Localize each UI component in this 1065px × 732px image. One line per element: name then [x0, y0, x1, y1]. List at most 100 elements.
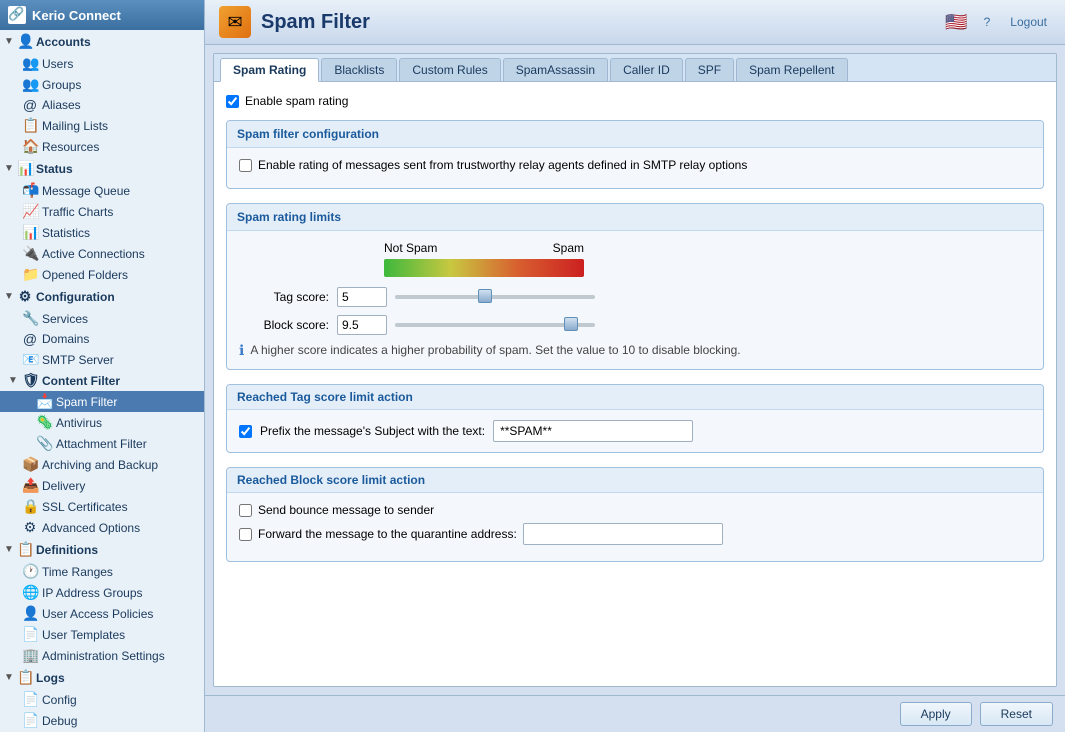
- enable-spam-rating-checkbox[interactable]: [226, 95, 239, 108]
- aliases-icon: @: [22, 97, 38, 113]
- accounts-label: Accounts: [36, 35, 91, 49]
- sidebar-item-users[interactable]: 👥Users: [0, 53, 204, 74]
- app-name: Kerio Connect: [32, 8, 121, 23]
- tag-score-input[interactable]: [337, 287, 387, 307]
- opened-folders-icon: 📁: [22, 266, 38, 283]
- sidebar-item-groups[interactable]: 👥Groups: [0, 74, 204, 95]
- configuration-label: Configuration: [36, 290, 115, 304]
- tab-caller-id[interactable]: Caller ID: [610, 58, 683, 81]
- sidebar-item-admin-settings[interactable]: 🏢Administration Settings: [0, 645, 204, 666]
- resources-icon: 🏠: [22, 138, 38, 155]
- help-button[interactable]: ?: [980, 13, 995, 31]
- apply-button[interactable]: Apply: [900, 702, 972, 726]
- prefix-input[interactable]: [493, 420, 693, 442]
- user-templates-icon: 📄: [22, 626, 38, 643]
- sidebar-item-user-templates[interactable]: 📄User Templates: [0, 624, 204, 645]
- sidebar-item-opened-folders[interactable]: 📁Opened Folders: [0, 264, 204, 285]
- sidebar-item-smtp-server[interactable]: 📧SMTP Server: [0, 349, 204, 370]
- time-ranges-icon: 🕐: [22, 563, 38, 580]
- block-score-slider[interactable]: [395, 317, 595, 333]
- antivirus-icon: 🦠: [36, 414, 52, 431]
- expand-icon-status: ▼: [4, 163, 14, 174]
- sidebar-group-status[interactable]: ▼ 📊 Status: [0, 157, 204, 180]
- sidebar-group-configuration[interactable]: ▼ ⚙ Configuration: [0, 285, 204, 308]
- sidebar-item-user-access-policies[interactable]: 👤User Access Policies: [0, 603, 204, 624]
- page-title-area: ✉ Spam Filter: [219, 6, 370, 38]
- tag-score-thumb[interactable]: [478, 289, 492, 303]
- sidebar-item-config-log[interactable]: 📄Config: [0, 689, 204, 710]
- prefix-checkbox[interactable]: [239, 425, 252, 438]
- advanced-options-icon: ⚙: [22, 519, 38, 536]
- spam-filter-icon: 📩: [36, 393, 52, 410]
- expand-icon-logs: ▼: [4, 672, 14, 683]
- definitions-label: Definitions: [36, 543, 98, 557]
- sidebar-group-logs[interactable]: ▼ 📋 Logs: [0, 666, 204, 689]
- sidebar-item-services[interactable]: 🔧Services: [0, 308, 204, 329]
- relay-agents-row: Enable rating of messages sent from trus…: [239, 158, 1031, 172]
- tab-blacklists[interactable]: Blacklists: [321, 58, 397, 81]
- enable-spam-rating-label[interactable]: Enable spam rating: [245, 94, 348, 108]
- status-icon: 📊: [17, 160, 33, 177]
- tab-content-spam-rating: Enable spam rating Spam filter configura…: [214, 82, 1056, 686]
- not-spam-label: Not Spam: [384, 241, 437, 255]
- tab-spamassassin[interactable]: SpamAssassin: [503, 58, 608, 81]
- message-queue-icon: 📬: [22, 182, 38, 199]
- configuration-icon: ⚙: [17, 288, 33, 305]
- tag-score-label: Tag score:: [239, 290, 329, 304]
- spam-label: Spam: [553, 241, 584, 255]
- mailing-lists-icon: 📋: [22, 117, 38, 134]
- quarantine-label[interactable]: Forward the message to the quarantine ad…: [258, 527, 517, 541]
- sidebar-item-traffic-charts[interactable]: 📈Traffic Charts: [0, 201, 204, 222]
- quarantine-checkbox[interactable]: [239, 528, 252, 541]
- app-icon: 🔗: [8, 6, 26, 24]
- expand-icon-definitions: ▼: [4, 544, 14, 555]
- sidebar-item-domains[interactable]: @Domains: [0, 329, 204, 349]
- bounce-label[interactable]: Send bounce message to sender: [258, 503, 434, 517]
- sidebar-item-time-ranges[interactable]: 🕐Time Ranges: [0, 561, 204, 582]
- logout-button[interactable]: Logout: [1006, 13, 1051, 31]
- spam-rating-limits-title: Spam rating limits: [227, 204, 1043, 231]
- tab-spam-rating[interactable]: Spam Rating: [220, 58, 319, 82]
- sidebar-item-antivirus[interactable]: 🦠Antivirus: [0, 412, 204, 433]
- sidebar-item-mailing-lists[interactable]: 📋Mailing Lists: [0, 115, 204, 136]
- content-panel: Spam Rating Blacklists Custom Rules Spam…: [213, 53, 1057, 687]
- sidebar-item-spam-filter[interactable]: 📩Spam Filter: [0, 391, 204, 412]
- prefix-label[interactable]: Prefix the message's Subject with the te…: [260, 424, 485, 438]
- groups-icon: 👥: [22, 76, 38, 93]
- sidebar-item-attachment-filter[interactable]: 📎Attachment Filter: [0, 433, 204, 454]
- tab-spam-repellent[interactable]: Spam Repellent: [736, 58, 847, 81]
- sidebar-item-debug-log[interactable]: 📄Debug: [0, 710, 204, 731]
- sidebar-item-ssl-certificates[interactable]: 🔒SSL Certificates: [0, 496, 204, 517]
- quarantine-row: Forward the message to the quarantine ad…: [239, 523, 1031, 545]
- sidebar-group-definitions[interactable]: ▼ 📋 Definitions: [0, 538, 204, 561]
- logs-label: Logs: [36, 671, 65, 685]
- relay-agents-checkbox[interactable]: [239, 159, 252, 172]
- reset-button[interactable]: Reset: [980, 702, 1053, 726]
- block-action-title: Reached Block score limit action: [227, 468, 1043, 493]
- statistics-icon: 📊: [22, 224, 38, 241]
- sidebar-item-resources[interactable]: 🏠Resources: [0, 136, 204, 157]
- block-score-input[interactable]: [337, 315, 387, 335]
- info-row: ℹ A higher score indicates a higher prob…: [239, 343, 1031, 359]
- block-action-body: Send bounce message to sender Forward th…: [227, 493, 1043, 561]
- sidebar-item-archiving[interactable]: 📦Archiving and Backup: [0, 454, 204, 475]
- sidebar-item-ip-address-groups[interactable]: 🌐IP Address Groups: [0, 582, 204, 603]
- sidebar-group-accounts[interactable]: ▼ 👤 Accounts: [0, 30, 204, 53]
- sidebar-item-message-queue[interactable]: 📬Message Queue: [0, 180, 204, 201]
- sidebar-item-advanced-options[interactable]: ⚙Advanced Options: [0, 517, 204, 538]
- sidebar-item-delivery[interactable]: 📤Delivery: [0, 475, 204, 496]
- block-score-label: Block score:: [239, 318, 329, 332]
- tab-custom-rules[interactable]: Custom Rules: [399, 58, 500, 81]
- bounce-checkbox[interactable]: [239, 504, 252, 517]
- tab-spf[interactable]: SPF: [685, 58, 734, 81]
- sidebar-item-statistics[interactable]: 📊Statistics: [0, 222, 204, 243]
- relay-agents-label[interactable]: Enable rating of messages sent from trus…: [258, 158, 747, 172]
- content-filter-icon: 🛡: [22, 372, 38, 389]
- active-connections-icon: 🔌: [22, 245, 38, 262]
- sidebar-item-aliases[interactable]: @Aliases: [0, 95, 204, 115]
- sidebar-item-active-connections[interactable]: 🔌Active Connections: [0, 243, 204, 264]
- tag-score-slider[interactable]: [395, 289, 595, 305]
- block-score-thumb[interactable]: [564, 317, 578, 331]
- sidebar-item-content-filter[interactable]: ▼🛡Content Filter: [0, 370, 204, 391]
- quarantine-input[interactable]: [523, 523, 723, 545]
